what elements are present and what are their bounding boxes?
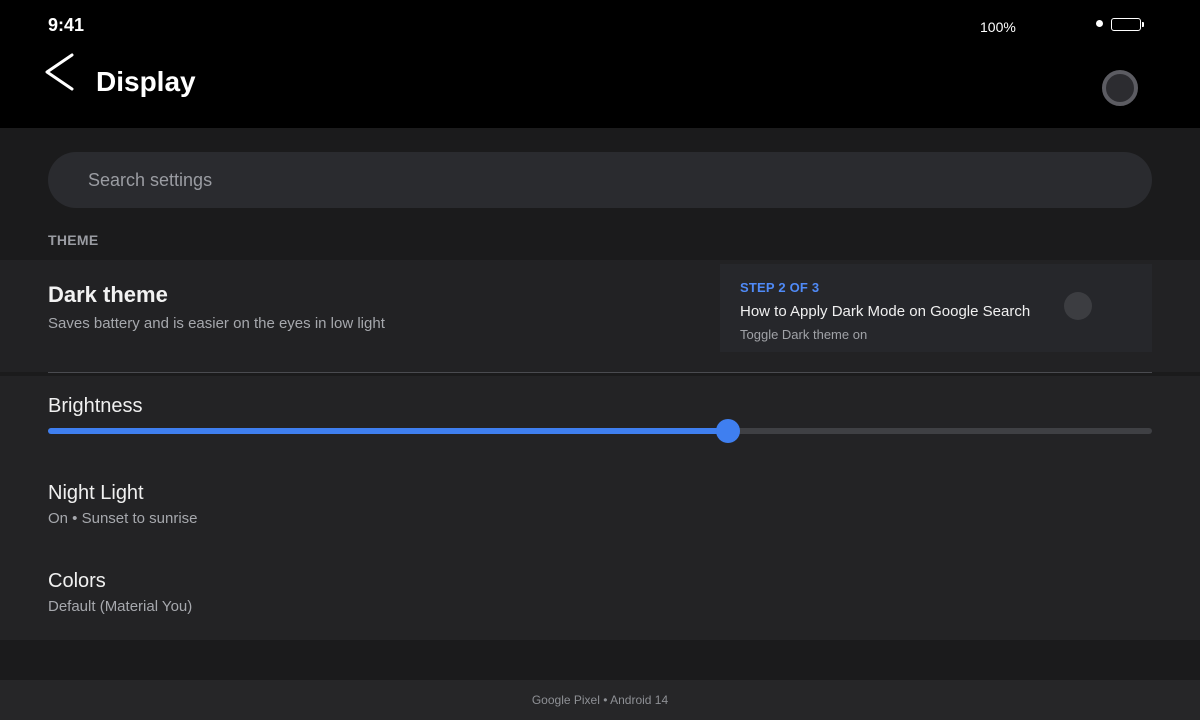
tutorial-instruction: Toggle Dark theme on bbox=[740, 327, 868, 342]
dark-theme-subtitle: Saves battery and is easier on the eyes … bbox=[48, 315, 385, 332]
dark-theme-title: Dark theme bbox=[48, 282, 168, 307]
dark-theme-row[interactable]: Dark theme Saves battery and is easier o… bbox=[0, 260, 1200, 372]
dark-theme-toggle[interactable] bbox=[1064, 292, 1092, 320]
colors-subtitle: Default (Material You) bbox=[48, 598, 193, 615]
brightness-slider-fill bbox=[48, 428, 729, 434]
status-time: 9:41 bbox=[48, 15, 85, 35]
chevron-left-icon bbox=[45, 53, 74, 91]
top-app-bar: 9:41 100% Display bbox=[0, 0, 1200, 128]
list-item-colors[interactable]: Colors Default (Material You) bbox=[0, 570, 1200, 634]
display-settings-list: Brightness Night Light On • Sunset to su… bbox=[0, 376, 1200, 640]
search-input[interactable] bbox=[88, 169, 1088, 191]
colors-title: Colors bbox=[48, 570, 106, 592]
notification-dot-icon bbox=[1096, 20, 1103, 27]
night-light-subtitle: On • Sunset to sunrise bbox=[48, 510, 198, 527]
device-footer: Google Pixel • Android 14 bbox=[0, 680, 1200, 720]
account-circle-icon[interactable] bbox=[1102, 70, 1138, 106]
brightness-label: Brightness bbox=[48, 395, 143, 417]
battery-icon bbox=[1111, 18, 1144, 31]
battery-percent: 100% bbox=[980, 19, 1016, 35]
tutorial-overlay-card: STEP 2 OF 3 How to Apply Dark Mode on Go… bbox=[720, 264, 1152, 352]
back-button[interactable] bbox=[40, 50, 80, 94]
list-item-night-light[interactable]: Night Light On • Sunset to sunrise bbox=[0, 482, 1200, 546]
divider bbox=[48, 372, 1152, 373]
device-label: Google Pixel • Android 14 bbox=[531, 693, 669, 707]
night-light-title: Night Light bbox=[48, 482, 144, 504]
settings-display-screen: 9:41 100% Display THEME Dark theme Saves… bbox=[0, 0, 1200, 720]
page-title: Display bbox=[96, 66, 196, 97]
section-header-theme: THEME bbox=[48, 232, 99, 248]
brightness-slider[interactable] bbox=[48, 419, 1152, 443]
tutorial-title: How to Apply Dark Mode on Google Search bbox=[740, 303, 1031, 320]
search-bar[interactable] bbox=[48, 152, 1152, 208]
tutorial-step-label: STEP 2 OF 3 bbox=[740, 280, 820, 295]
brightness-slider-thumb[interactable] bbox=[716, 419, 741, 443]
